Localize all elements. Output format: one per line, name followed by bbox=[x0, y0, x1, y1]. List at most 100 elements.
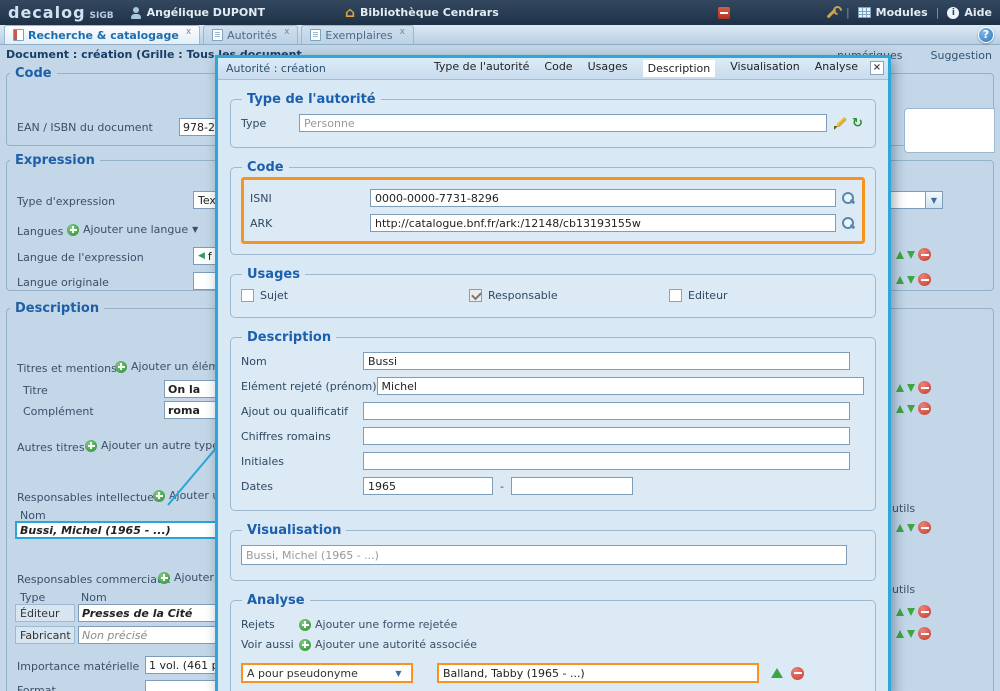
search-icon[interactable] bbox=[841, 191, 855, 205]
initiales-input[interactable] bbox=[363, 452, 850, 470]
nom-input[interactable] bbox=[363, 352, 850, 370]
remove-icon[interactable] bbox=[918, 627, 931, 640]
remove-icon[interactable] bbox=[918, 605, 931, 618]
element-rejete-input[interactable] bbox=[377, 377, 864, 395]
move-down-icon[interactable] bbox=[907, 524, 915, 532]
langue-expression-value: f bbox=[208, 250, 212, 263]
tab-bar: Recherche & catalogage x Autorités x Exe… bbox=[0, 25, 1000, 45]
move-up-icon[interactable] bbox=[896, 524, 904, 532]
current-user[interactable]: Angélique DUPONT bbox=[130, 6, 265, 19]
user-name: Angélique DUPONT bbox=[147, 6, 265, 19]
help-button[interactable]: ? bbox=[978, 27, 994, 43]
add-language-button[interactable]: Ajouter une langue ▼ bbox=[67, 223, 198, 236]
nav-usages[interactable]: Usages bbox=[588, 60, 628, 77]
move-down-icon[interactable] bbox=[907, 384, 915, 392]
tab-recherche-catalogage[interactable]: Recherche & catalogage x bbox=[4, 25, 200, 44]
add-icon bbox=[67, 224, 79, 236]
langues-label: Langues bbox=[17, 225, 63, 238]
nav-code[interactable]: Code bbox=[544, 60, 572, 77]
tools-wrench-icon[interactable] bbox=[824, 6, 838, 20]
format-label: Format bbox=[17, 684, 56, 691]
tab-autorites[interactable]: Autorités x bbox=[203, 25, 298, 44]
row-actions bbox=[896, 248, 931, 261]
nav-visualisation[interactable]: Visualisation bbox=[730, 60, 799, 77]
refresh-icon[interactable]: ↻ bbox=[852, 117, 863, 130]
resp-com-type-cell: Éditeur bbox=[15, 604, 75, 622]
remove-icon[interactable] bbox=[791, 667, 804, 680]
usages-title: Usages bbox=[242, 267, 305, 282]
add-forme-rejetee-button[interactable]: Ajouter une forme rejetée bbox=[299, 618, 457, 631]
current-library[interactable]: ⌂ Bibliothèque Cendrars bbox=[345, 6, 499, 19]
sujet-checkbox[interactable] bbox=[241, 289, 254, 302]
ean-isbn-label: EAN / ISBN du document bbox=[17, 121, 153, 134]
chevron-down-icon[interactable]: ▼ bbox=[925, 192, 942, 208]
tab-close-icon[interactable]: x bbox=[186, 26, 191, 39]
move-down-icon[interactable] bbox=[907, 276, 915, 284]
logo-text: decalog bbox=[8, 3, 86, 22]
usage-responsable: Responsable bbox=[469, 289, 669, 302]
nav-type-autorite[interactable]: Type de l'autorité bbox=[434, 60, 530, 77]
move-up-icon[interactable] bbox=[771, 668, 783, 678]
edit-pencil-icon[interactable] bbox=[833, 116, 848, 131]
move-up-icon[interactable] bbox=[896, 405, 904, 413]
description-section: Description Nom Elément rejeté (prénom) … bbox=[230, 330, 876, 511]
modules-label: Modules bbox=[876, 6, 928, 19]
remove-icon[interactable] bbox=[918, 273, 931, 286]
move-down-icon[interactable] bbox=[907, 251, 915, 259]
sujet-label: Sujet bbox=[260, 289, 288, 302]
search-icon[interactable] bbox=[841, 216, 855, 230]
dates-label: Dates bbox=[241, 480, 363, 493]
add-icon bbox=[153, 490, 165, 502]
editeur-checkbox[interactable] bbox=[669, 289, 682, 302]
ark-input[interactable] bbox=[370, 214, 836, 232]
library-name: Bibliothèque Cendrars bbox=[360, 6, 499, 19]
aide-button[interactable]: i Aide bbox=[947, 6, 992, 19]
tab-exemplaires[interactable]: Exemplaires x bbox=[301, 25, 414, 44]
nav-description[interactable]: Description bbox=[643, 60, 716, 77]
resp-com-nom-input[interactable] bbox=[78, 604, 230, 622]
row-actions bbox=[896, 273, 931, 286]
remove-icon[interactable] bbox=[918, 521, 931, 534]
responsable-intellectuel-input[interactable] bbox=[15, 521, 218, 539]
type-input[interactable] bbox=[299, 114, 827, 132]
remove-icon[interactable] bbox=[918, 381, 931, 394]
move-down-icon[interactable] bbox=[907, 405, 915, 413]
resp-com-nom-input[interactable] bbox=[78, 626, 230, 644]
responsable-checkbox[interactable] bbox=[469, 289, 482, 302]
top-header: decalog SIGB Angélique DUPONT ⌂ Biblioth… bbox=[0, 0, 1000, 25]
move-up-icon[interactable] bbox=[896, 608, 904, 616]
voir-aussi-label: Voir aussi bbox=[241, 638, 299, 651]
code-title: Code bbox=[242, 160, 289, 175]
isni-input[interactable] bbox=[370, 189, 836, 207]
nom-label: Nom bbox=[241, 355, 363, 368]
remove-icon[interactable] bbox=[918, 402, 931, 415]
move-up-icon[interactable] bbox=[896, 251, 904, 259]
cut-label-suggestion[interactable]: Suggestion bbox=[931, 49, 993, 62]
modules-button[interactable]: Modules bbox=[858, 6, 928, 19]
move-down-icon[interactable] bbox=[907, 608, 915, 616]
chiffres-romains-input[interactable] bbox=[363, 427, 850, 445]
tab-label: Autorités bbox=[227, 29, 277, 42]
move-up-icon[interactable] bbox=[896, 276, 904, 284]
nav-analyse[interactable]: Analyse bbox=[815, 60, 858, 77]
alert-icon[interactable] bbox=[718, 7, 730, 19]
visualisation-input[interactable] bbox=[241, 545, 847, 565]
relation-target-input[interactable] bbox=[437, 663, 759, 683]
tab-close-icon[interactable]: x bbox=[400, 26, 405, 39]
relation-type-select[interactable]: A pour pseudonyme ▼ bbox=[241, 663, 413, 683]
ajout-qualificatif-input[interactable] bbox=[363, 402, 850, 420]
autorites-tab-icon bbox=[212, 29, 223, 41]
move-up-icon[interactable] bbox=[896, 630, 904, 638]
code-highlight-box: ISNI ARK bbox=[241, 177, 865, 244]
modules-grid-icon bbox=[858, 7, 871, 18]
add-autorite-associee-button[interactable]: Ajouter une autorité associée bbox=[299, 638, 477, 651]
close-icon[interactable]: × bbox=[870, 61, 884, 75]
date-start-input[interactable] bbox=[363, 477, 493, 495]
remove-icon[interactable] bbox=[918, 248, 931, 261]
tab-close-icon[interactable]: x bbox=[284, 26, 289, 39]
modal-title: Autorité : création bbox=[226, 62, 326, 75]
date-end-input[interactable] bbox=[511, 477, 633, 495]
move-up-icon[interactable] bbox=[896, 384, 904, 392]
move-down-icon[interactable] bbox=[907, 630, 915, 638]
nom-column-header: Nom bbox=[81, 591, 107, 604]
